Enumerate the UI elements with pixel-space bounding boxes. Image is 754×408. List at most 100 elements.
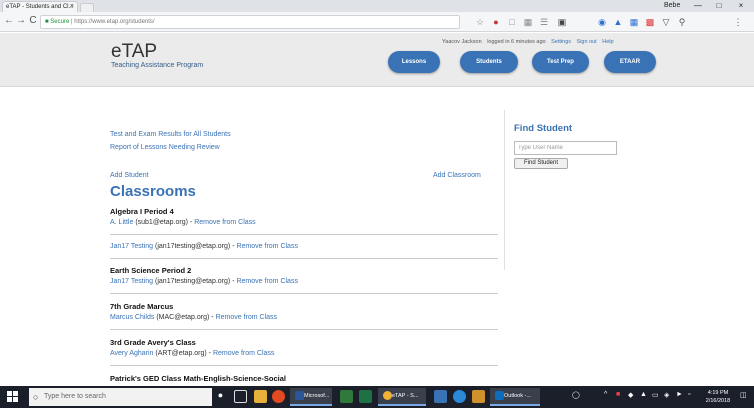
browser-tab-strip bbox=[0, 0, 754, 12]
ie-icon[interactable] bbox=[453, 390, 466, 403]
wifi-icon[interactable]: ◈ bbox=[664, 391, 669, 399]
taskbar-search-box[interactable]: Type here to search bbox=[29, 388, 212, 406]
extension-icon[interactable]: ● bbox=[490, 16, 502, 28]
snip-icon[interactable] bbox=[472, 390, 485, 403]
sign-out-link[interactable]: Sign out bbox=[577, 39, 597, 45]
battery-icon[interactable]: ▭ bbox=[652, 391, 659, 399]
chevron-up-icon[interactable]: ^ bbox=[604, 391, 607, 398]
task-view-icon[interactable] bbox=[234, 390, 247, 403]
nav-etaar-button[interactable]: ETAAR bbox=[604, 51, 656, 73]
classroom-title[interactable]: Patrick's GED Class Math-English-Science… bbox=[110, 374, 286, 383]
remove-from-class-link[interactable]: Remove from Class bbox=[236, 243, 297, 250]
cast-icon[interactable]: ▣ bbox=[556, 16, 568, 28]
secure-label: Secure bbox=[50, 19, 70, 25]
browser-tab[interactable]: eTAP - Students and Cl... × bbox=[2, 1, 78, 12]
forward-icon[interactable]: → bbox=[15, 15, 27, 27]
sidebar-divider bbox=[504, 110, 505, 270]
student-name-link[interactable]: Jan17 Testing bbox=[110, 243, 153, 250]
settings-link[interactable]: Settings bbox=[551, 39, 571, 45]
row-divider bbox=[110, 234, 498, 235]
student-row: Jan17 Testing (jan17testing@etap.org) - … bbox=[110, 278, 298, 285]
dropbox-icon[interactable]: ◆ bbox=[628, 391, 633, 399]
student-name-link[interactable]: Marcus Childs bbox=[110, 314, 154, 321]
pdf-icon[interactable]: ▩ bbox=[644, 16, 656, 28]
nav-lessons-button[interactable]: Lessons bbox=[388, 51, 440, 73]
bookmark-icon[interactable]: □ bbox=[506, 16, 518, 28]
word-icon bbox=[295, 391, 304, 400]
notifications-icon[interactable]: ◫ bbox=[740, 391, 747, 399]
store-icon[interactable] bbox=[340, 390, 353, 403]
location-icon[interactable]: ⚲ bbox=[676, 16, 688, 28]
add-student-link[interactable]: Add Student bbox=[110, 172, 149, 179]
help-link[interactable]: Help bbox=[602, 39, 613, 45]
row-divider bbox=[110, 258, 498, 259]
file-explorer-icon[interactable] bbox=[254, 390, 267, 403]
tab-title: eTAP - Students and Cl... bbox=[6, 4, 74, 10]
window-user-label[interactable]: Bebe bbox=[664, 0, 680, 12]
chrome-icon[interactable] bbox=[272, 390, 285, 403]
keyboard-icon[interactable]: ▫ bbox=[688, 391, 690, 398]
shield-icon[interactable]: ▽ bbox=[660, 16, 672, 28]
grid-icon[interactable]: ▦ bbox=[522, 16, 534, 28]
excel-icon[interactable] bbox=[359, 390, 372, 403]
clock-time: 4:19 PM bbox=[707, 390, 729, 396]
student-name-link[interactable]: A. Little bbox=[110, 219, 133, 226]
classroom-title[interactable]: 3rd Grade Avery's Class bbox=[110, 338, 196, 347]
word-icon[interactable] bbox=[434, 390, 447, 403]
address-bar[interactable]: ■ Secure | https://www.etap.org/students… bbox=[40, 15, 460, 29]
menu-icon[interactable]: ☰ bbox=[538, 16, 550, 28]
person-icon[interactable]: ◯ bbox=[572, 391, 580, 399]
nav-students-button[interactable]: Students bbox=[460, 51, 518, 73]
login-info: logged in 6 minutes ago bbox=[487, 39, 546, 45]
url-text: https://www.etap.org/students/ bbox=[74, 19, 155, 25]
translate-icon[interactable]: ▲ bbox=[612, 16, 624, 28]
user-name: Yaacov Jackson bbox=[442, 39, 482, 45]
find-student-button[interactable]: Find Student bbox=[514, 158, 568, 169]
student-row: Avery Agharin (ART@etap.org) - Remove fr… bbox=[110, 350, 274, 357]
windows-start-icon[interactable] bbox=[7, 391, 19, 403]
site-logo[interactable]: eTAP bbox=[111, 41, 157, 63]
maximize-icon[interactable]: □ bbox=[711, 0, 727, 12]
network-icon[interactable]: ▲ bbox=[640, 391, 647, 398]
site-tagline: Teaching Assistance Program bbox=[111, 62, 204, 69]
profile-icon[interactable]: ◉ bbox=[596, 16, 608, 28]
classroom-title[interactable]: Algebra I Period 4 bbox=[110, 207, 174, 216]
remove-from-class-link[interactable]: Remove from Class bbox=[236, 278, 297, 285]
test-results-link[interactable]: Test and Exam Results for All Students bbox=[110, 131, 231, 138]
find-student-input[interactable] bbox=[514, 141, 617, 155]
remove-from-class-link[interactable]: Remove from Class bbox=[216, 314, 277, 321]
back-icon[interactable]: ← bbox=[3, 15, 15, 27]
student-name-link[interactable]: Avery Agharin bbox=[110, 350, 153, 357]
settings-icon[interactable]: ⋮ bbox=[732, 16, 744, 28]
tab-close-icon[interactable]: × bbox=[70, 2, 74, 12]
new-tab-button[interactable] bbox=[80, 3, 94, 12]
nav-test-prep-button[interactable]: Test Prep bbox=[532, 51, 589, 73]
lessons-review-link[interactable]: Report of Lessons Needing Review bbox=[110, 144, 220, 151]
remove-from-class-link[interactable]: Remove from Class bbox=[194, 219, 255, 226]
remove-from-class-link[interactable]: Remove from Class bbox=[213, 350, 274, 357]
microphone-icon[interactable]: ● bbox=[214, 390, 227, 403]
student-name-link[interactable]: Jan17 Testing bbox=[110, 278, 153, 285]
classroom-title[interactable]: 7th Grade Marcus bbox=[110, 302, 173, 311]
grid-icon[interactable]: ▦ bbox=[628, 16, 640, 28]
antivirus-icon[interactable]: ■ bbox=[616, 391, 620, 398]
taskbar-clock[interactable]: 4:19 PM 2/16/2018 bbox=[702, 389, 734, 405]
taskbar-app-label: Outlook -... bbox=[504, 393, 531, 399]
minimize-icon[interactable]: — bbox=[690, 0, 706, 12]
student-row: Jan17 Testing (jan17testing@etap.org) - … bbox=[110, 243, 298, 250]
outlook-icon bbox=[495, 391, 504, 400]
student-email: (MAC@etap.org) bbox=[156, 314, 210, 321]
student-email: (jan17testing@etap.org) bbox=[155, 243, 231, 250]
student-email: (jan17testing@etap.org) bbox=[155, 278, 231, 285]
star-icon[interactable]: ☆ bbox=[474, 16, 486, 28]
add-classroom-link[interactable]: Add Classroom bbox=[433, 172, 481, 179]
row-divider bbox=[110, 329, 498, 330]
chrome-icon bbox=[383, 391, 392, 400]
classroom-title[interactable]: Earth Science Period 2 bbox=[110, 266, 191, 275]
reload-icon[interactable]: C bbox=[27, 15, 39, 27]
volume-icon[interactable]: ► bbox=[676, 391, 683, 398]
clock-date: 2/16/2018 bbox=[705, 398, 731, 404]
find-student-title: Find Student bbox=[514, 123, 573, 134]
search-icon: ○ bbox=[33, 392, 39, 402]
window-close-icon[interactable]: × bbox=[733, 0, 749, 12]
